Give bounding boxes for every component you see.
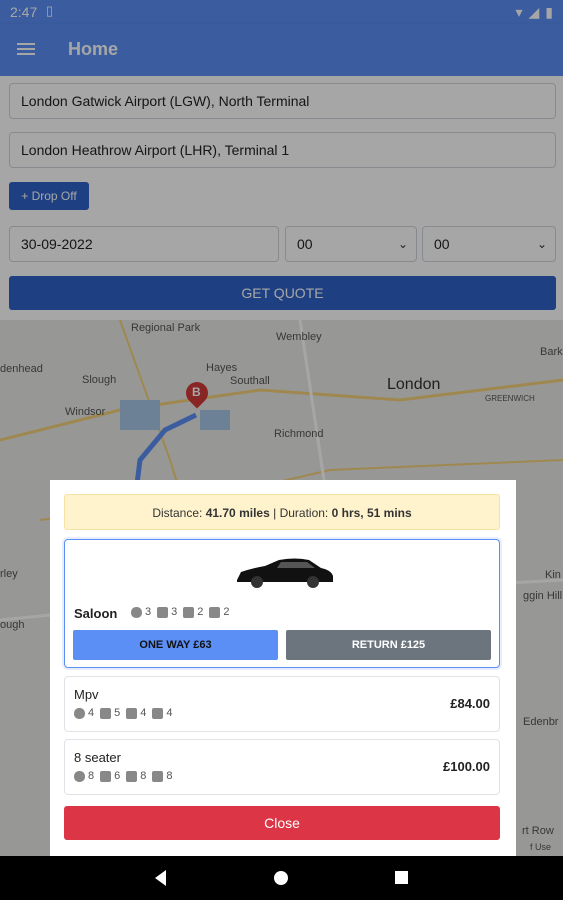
vehicle-name: Saloon bbox=[74, 606, 118, 621]
vehicle-card-selected[interactable]: Saloon 3 3 2 2 ONE WAY £63 RETURN £125 bbox=[64, 539, 500, 668]
seat-icon bbox=[100, 770, 112, 782]
passengers-count: 4 bbox=[88, 707, 95, 719]
luggage-count: 4 bbox=[140, 707, 147, 719]
seats-count: 5 bbox=[114, 707, 121, 719]
seat-icon bbox=[100, 707, 112, 719]
passengers-count: 3 bbox=[145, 606, 152, 618]
vehicle-card[interactable]: Mpv 4 5 4 4 £84.00 bbox=[64, 676, 500, 732]
briefcase-icon bbox=[209, 606, 221, 618]
distance-label: Distance: bbox=[152, 506, 203, 520]
system-nav-bar bbox=[0, 856, 563, 900]
seat-icon bbox=[157, 606, 169, 618]
vehicle-name: Mpv bbox=[74, 687, 99, 702]
duration-label: Duration: bbox=[279, 506, 329, 520]
seats-count: 6 bbox=[114, 770, 121, 782]
briefcase-icon bbox=[152, 707, 164, 719]
luggage-icon bbox=[126, 707, 138, 719]
luggage-count: 8 bbox=[140, 770, 147, 782]
vehicle-card[interactable]: 8 seater 8 6 8 8 £100.00 bbox=[64, 739, 500, 795]
luggage-icon bbox=[183, 606, 195, 618]
passengers-icon bbox=[74, 770, 85, 782]
vehicle-specs: 4 5 4 4 bbox=[74, 707, 173, 719]
vehicle-price: £100.00 bbox=[443, 759, 490, 774]
trip-info-bar: Distance: 41.70 miles | Duration: 0 hrs,… bbox=[64, 494, 500, 530]
recent-apps-icon[interactable] bbox=[395, 871, 408, 884]
distance-value: 41.70 miles bbox=[205, 506, 270, 520]
vehicle-specs: 3 3 2 2 bbox=[131, 606, 230, 618]
hand-luggage-count: 2 bbox=[223, 606, 230, 618]
vehicle-name: 8 seater bbox=[74, 750, 121, 765]
hand-luggage-count: 4 bbox=[166, 707, 173, 719]
passengers-icon bbox=[74, 707, 85, 719]
vehicle-specs: 8 6 8 8 bbox=[74, 770, 173, 782]
close-button[interactable]: Close bbox=[64, 806, 500, 840]
briefcase-icon bbox=[152, 770, 164, 782]
luggage-icon bbox=[126, 770, 138, 782]
seats-count: 3 bbox=[171, 606, 178, 618]
vehicle-price: £84.00 bbox=[450, 696, 490, 711]
one-way-button[interactable]: ONE WAY £63 bbox=[73, 630, 278, 660]
duration-value: 0 hrs, 51 mins bbox=[331, 506, 412, 520]
quote-modal: Distance: 41.70 miles | Duration: 0 hrs,… bbox=[50, 480, 516, 856]
hand-luggage-count: 8 bbox=[166, 770, 173, 782]
return-button[interactable]: RETURN £125 bbox=[286, 630, 491, 660]
luggage-count: 2 bbox=[197, 606, 204, 618]
info-separator: | bbox=[273, 506, 277, 520]
passengers-icon bbox=[131, 606, 142, 618]
passengers-count: 8 bbox=[88, 770, 95, 782]
back-icon[interactable] bbox=[155, 870, 166, 886]
home-icon[interactable] bbox=[274, 871, 288, 885]
car-icon bbox=[237, 558, 333, 588]
